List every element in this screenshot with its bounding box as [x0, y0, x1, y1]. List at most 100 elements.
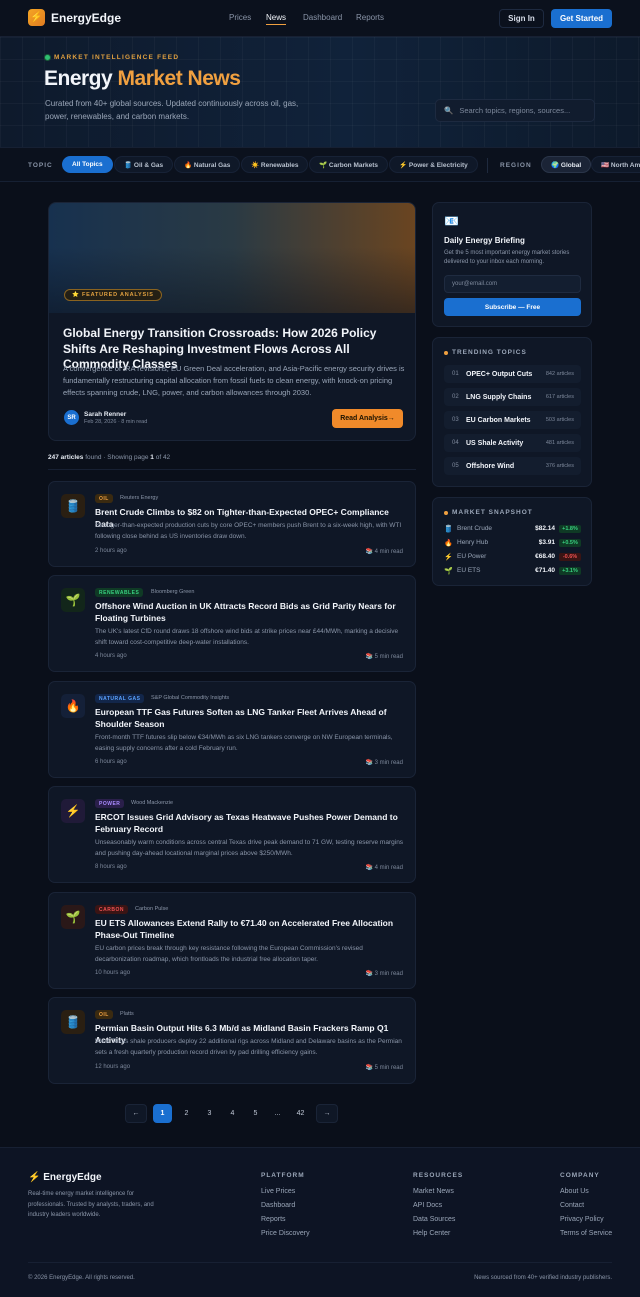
oil-barrel-icon: 🛢️	[444, 525, 453, 533]
flame-icon: 🔥	[61, 694, 85, 718]
topic-chip-power[interactable]: ⚡ Power & Electricity	[389, 156, 478, 173]
nav-link-prices[interactable]: Prices	[229, 13, 251, 22]
trending-count: 503 articles	[545, 417, 574, 423]
article-source: Platts	[120, 1011, 134, 1017]
topic-chip-all[interactable]: All Topics	[62, 156, 113, 173]
article-title[interactable]: ERCOT Issues Grid Advisory as Texas Heat…	[95, 812, 405, 835]
trending-name: US Shale Activity	[466, 439, 524, 447]
snapshot-row[interactable]: 🛢️ Brent Crude $82.14 +1.8%	[444, 523, 581, 534]
article-title[interactable]: European TTF Gas Futures Soften as LNG T…	[95, 707, 405, 730]
trending-item[interactable]: 01 OPEC+ Output Cuts 842 articles	[444, 365, 581, 383]
footer-link[interactable]: Terms of Service	[560, 1230, 612, 1237]
pagination-page[interactable]: 1	[153, 1104, 172, 1123]
nav-link-dashboard[interactable]: Dashboard	[303, 13, 342, 22]
page-title-accent: Market News	[117, 67, 241, 90]
nav-link-news[interactable]: News	[266, 13, 287, 25]
snapshot-row[interactable]: 🔥 Henry Hub $3.91 +0.5%	[444, 537, 581, 548]
featured-excerpt: A convergence of IRA revisions, EU Green…	[63, 364, 405, 397]
article-title[interactable]: EU ETS Allowances Extend Rally to €71.40…	[95, 918, 405, 941]
article-read-time: 📚 3 min read	[365, 760, 404, 766]
footer-link[interactable]: Dashboard	[261, 1202, 295, 1209]
filter-bar: TOPIC All Topics 🛢️ Oil & Gas 🔥 Natural …	[0, 147, 640, 182]
lightning-icon: ⚡	[444, 553, 453, 561]
pagination-prev[interactable]: ←	[125, 1104, 147, 1123]
trending-count: 842 articles	[545, 371, 574, 377]
category-tag: OIL	[95, 1010, 113, 1019]
article-title[interactable]: Offshore Wind Auction in UK Attracts Rec…	[95, 601, 405, 624]
featured-article-card[interactable]: ⭐ FEATURED ANALYSIS Global Energy Transi…	[48, 202, 416, 441]
footer-link[interactable]: Privacy Policy	[560, 1216, 604, 1223]
pagination-page[interactable]: 42	[291, 1104, 310, 1123]
footer-col-heading: RESOURCES	[413, 1172, 464, 1179]
email-field[interactable]: your@email.com	[444, 275, 581, 293]
pagination-page[interactable]: 4	[223, 1104, 242, 1123]
subscribe-button[interactable]: Subscribe — Free	[444, 298, 581, 316]
article-time: 6 hours ago	[95, 759, 127, 765]
footer-link[interactable]: Live Prices	[261, 1188, 295, 1195]
footer-note: News sourced from 40+ verified industry …	[474, 1275, 612, 1281]
topic-chip-renewables[interactable]: ☀️ Renewables	[241, 156, 309, 173]
article-card[interactable]: 🌱 RENEWABLES Bloomberg Green Offshore Wi…	[48, 575, 416, 672]
snapshot-row[interactable]: 🌱 EU ETS €71.40 +3.1%	[444, 565, 581, 576]
trending-item[interactable]: 02 LNG Supply Chains 617 articles	[444, 388, 581, 406]
trending-heading: TRENDING TOPICS	[444, 349, 527, 356]
pagination-next[interactable]: →	[316, 1104, 338, 1123]
pagination-ellipsis: ...	[274, 1110, 281, 1117]
brand-logo[interactable]: ⚡ EnergyEdge	[28, 9, 121, 26]
read-analysis-button[interactable]: Read Analysis→	[332, 409, 403, 428]
footer-brand[interactable]: ⚡ EnergyEdge	[28, 1172, 102, 1183]
article-card[interactable]: 🛢️ OIL Platts Permian Basin Output Hits …	[48, 997, 416, 1084]
snapshot-change: +0.5%	[559, 538, 581, 547]
topic-chip-natural-gas[interactable]: 🔥 Natural Gas	[174, 156, 241, 173]
hero-section: MARKET INTELLIGENCE FEED Energy Market N…	[0, 37, 640, 147]
article-card[interactable]: 🛢️ OIL Reuters Energy Brent Crude Climbs…	[48, 481, 416, 567]
region-chip-global[interactable]: 🌍 Global	[541, 156, 592, 173]
snapshot-name: EU ETS	[457, 567, 481, 574]
footer-link[interactable]: Market News	[413, 1188, 454, 1195]
hero-eyebrow-text: MARKET INTELLIGENCE FEED	[54, 54, 180, 61]
pagination-page[interactable]: 2	[177, 1104, 196, 1123]
trending-item[interactable]: 05 Offshore Wind 376 articles	[444, 457, 581, 475]
footer-link[interactable]: Reports	[261, 1216, 286, 1223]
avatar: SR	[64, 410, 79, 425]
get-started-button[interactable]: Get Started	[551, 9, 612, 28]
topic-chip-carbon-markets[interactable]: 🌱 Carbon Markets	[309, 156, 389, 173]
flame-icon: 🔥	[444, 539, 453, 547]
topic-chip-oil-gas[interactable]: 🛢️ Oil & Gas	[114, 156, 174, 173]
trending-name: LNG Supply Chains	[466, 393, 532, 401]
sign-in-button[interactable]: Sign In	[499, 9, 544, 28]
footer-link[interactable]: Help Center	[413, 1230, 450, 1237]
article-excerpt: Front-month TTF futures slip below €34/M…	[95, 734, 393, 752]
seedling-icon: 🌱	[444, 567, 453, 575]
footer-col-heading: PLATFORM	[261, 1172, 305, 1179]
footer-link[interactable]: Data Sources	[413, 1216, 455, 1223]
footer-link[interactable]: API Docs	[413, 1202, 442, 1209]
article-card[interactable]: 🔥 NATURAL GAS S&P Global Commodity Insig…	[48, 681, 416, 778]
nav-link-reports[interactable]: Reports	[356, 13, 384, 22]
trending-count: 481 articles	[545, 440, 574, 446]
footer-link[interactable]: About Us	[560, 1188, 589, 1195]
trending-item[interactable]: 04 US Shale Activity 481 articles	[444, 434, 581, 452]
trending-name: EU Carbon Markets	[466, 416, 531, 424]
pagination-page[interactable]: 3	[200, 1104, 219, 1123]
email-icon: 📧	[444, 214, 459, 228]
footer-link[interactable]: Price Discovery	[261, 1230, 310, 1237]
hero-subtitle: Curated from 40+ global sources. Updated…	[45, 99, 299, 121]
article-read-time: 📚 5 min read	[365, 1065, 404, 1071]
snapshot-row[interactable]: ⚡ EU Power €68.40 -0.6%	[444, 551, 581, 562]
pagination-page[interactable]: 5	[246, 1104, 265, 1123]
region-chip-north-america[interactable]: 🇺🇸 North America	[591, 156, 640, 173]
trending-item[interactable]: 03 EU Carbon Markets 503 articles	[444, 411, 581, 429]
hero-eyebrow: MARKET INTELLIGENCE FEED	[45, 54, 179, 61]
category-tag: CARBON	[95, 905, 128, 914]
filter-divider	[487, 158, 488, 173]
article-card[interactable]: ⚡ POWER Wood Mackenzie ERCOT Issues Grid…	[48, 786, 416, 883]
article-source: Reuters Energy	[120, 495, 159, 501]
search-input[interactable]: 🔍 Search topics, regions, sources...	[435, 99, 595, 122]
article-card[interactable]: 🌱 CARBON Carbon Pulse EU ETS Allowances …	[48, 892, 416, 989]
featured-badge: ⭐ FEATURED ANALYSIS	[64, 289, 162, 301]
newsletter-description: Get the 5 most important energy market s…	[444, 250, 570, 265]
snapshot-change: -0.6%	[559, 552, 581, 561]
footer-link[interactable]: Contact	[560, 1202, 584, 1209]
top-nav: ⚡ EnergyEdge Prices News Dashboard Repor…	[0, 0, 640, 37]
